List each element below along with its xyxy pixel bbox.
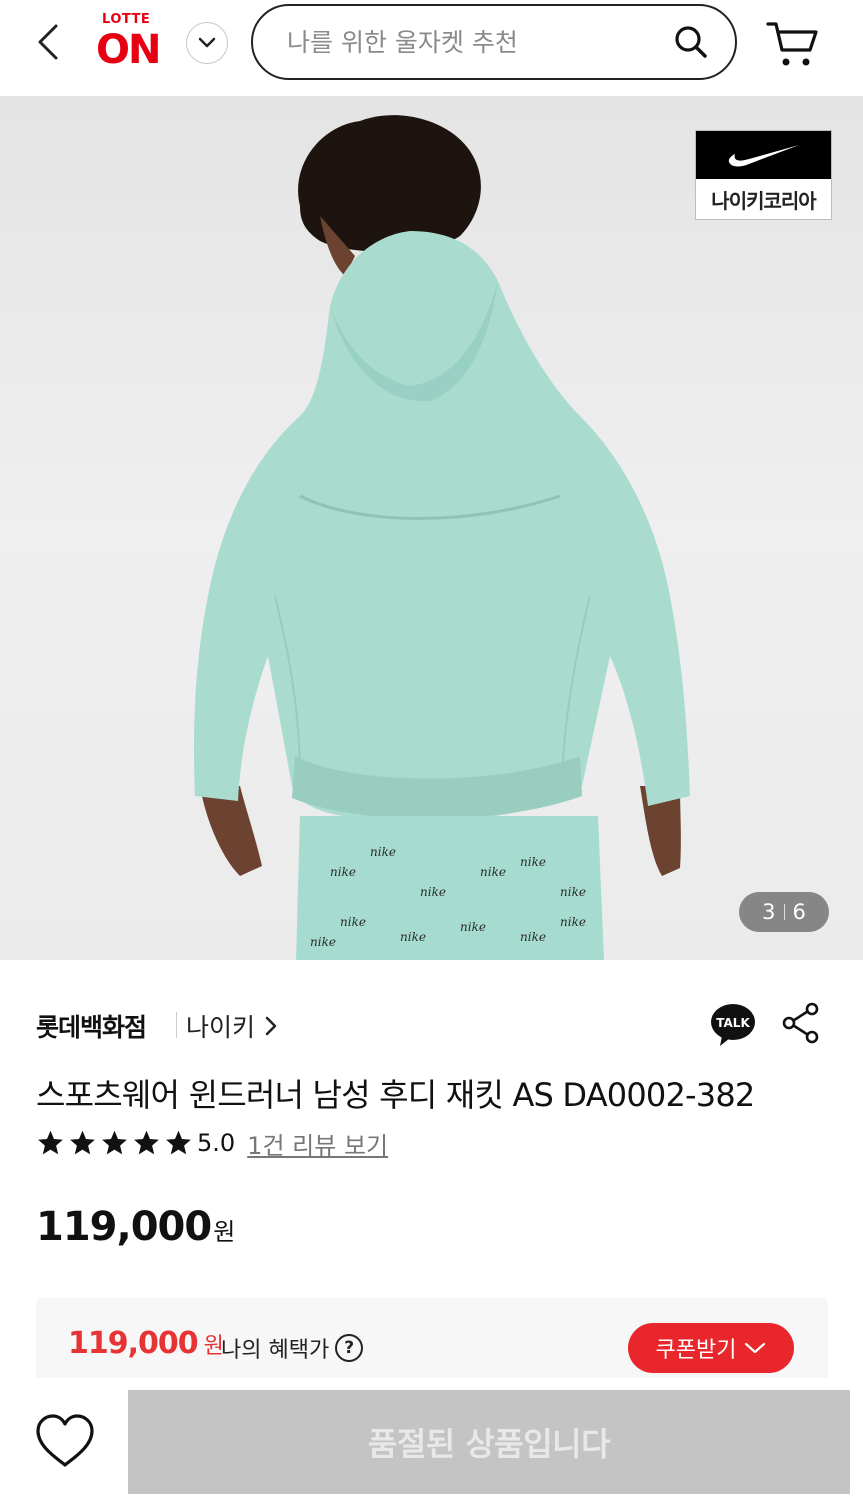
star-icon [38, 1130, 63, 1155]
star-icon [166, 1130, 191, 1155]
star-icon [134, 1130, 159, 1155]
logo-lotte-text: LOTTE [102, 12, 151, 27]
brand-badge: 나이키코리아 [695, 130, 832, 220]
soldout-button[interactable]: 품절된 상품입니다 [128, 1390, 850, 1494]
coupon-button[interactable]: 쿠폰받기 [628, 1323, 794, 1373]
cart-icon [766, 22, 818, 66]
brand-badge-name: 나이키코리아 [711, 188, 816, 213]
search-bar[interactable] [251, 4, 737, 80]
svg-text:nike: nike [460, 920, 486, 934]
nike-swoosh-icon [728, 145, 799, 167]
share-icon [782, 1002, 819, 1044]
svg-text:nike: nike [520, 930, 546, 944]
chevron-down-icon [745, 1342, 766, 1354]
svg-text:nike: nike [420, 885, 446, 899]
logo-on-text: ON [96, 27, 161, 73]
lotte-on-logo[interactable]: LOTTE ON [96, 12, 166, 73]
svg-text:nike: nike [310, 935, 336, 949]
rating-value: 5.0 [197, 1129, 236, 1157]
svg-text:nike: nike [340, 915, 366, 929]
talk-label: TALK [716, 1016, 750, 1030]
svg-text:nike: nike [400, 930, 426, 944]
svg-text:nike: nike [560, 915, 586, 929]
benefit-label: 나의 혜택가 ? [221, 1332, 364, 1364]
coupon-button-label: 쿠폰받기 [655, 1338, 737, 1363]
svg-text:nike: nike [330, 865, 356, 879]
chevron-right-icon [265, 1016, 277, 1036]
talk-icon: TALK [711, 1004, 755, 1046]
share-button[interactable] [782, 1002, 820, 1044]
image-counter: 3 6 [739, 892, 829, 932]
seller-divider [176, 1012, 177, 1038]
product-title: 스포츠웨어 윈드러너 남성 후디 재킷 AS DA0002-382 [36, 1076, 755, 1114]
rating-row: 5.0 1건 리뷰 보기 [36, 1126, 388, 1160]
product-price: 119,000 원 [36, 1204, 235, 1250]
svg-text:nike: nike [370, 845, 396, 859]
star-icon [70, 1130, 95, 1155]
image-counter-divider [783, 904, 785, 920]
benefit-price-value: 119,000 [68, 1326, 199, 1361]
product-image-carousel[interactable]: nike nike nike nike nike nike nike nike nike n… [0, 96, 863, 960]
kakao-talk-button[interactable]: TALK [710, 1002, 756, 1048]
brand-link[interactable]: 나이키 [186, 1008, 277, 1044]
top-header: LOTTE ON [0, 0, 863, 96]
brand-name: 나이키 [186, 1013, 256, 1042]
heart-icon [36, 1414, 94, 1467]
benefit-label-text: 나의 혜택가 [221, 1338, 330, 1363]
price-value: 119,000 [36, 1204, 212, 1250]
svg-text:nike: nike [480, 865, 506, 879]
chevron-left-icon [38, 24, 58, 60]
svg-text:nike: nike [560, 885, 586, 899]
search-input[interactable] [287, 27, 671, 57]
seller-row: 롯데백화점 나이키 TALK [36, 1000, 836, 1050]
swoosh-logo [696, 131, 831, 179]
svg-text:nike: nike [520, 855, 546, 869]
search-icon[interactable] [671, 22, 711, 62]
product-photo: nike nike nike nike nike nike nike nike nike n… [193, 115, 690, 960]
cart-button[interactable] [760, 14, 824, 74]
help-icon[interactable]: ? [335, 1334, 364, 1362]
image-counter-current: 3 [762, 900, 776, 924]
back-button[interactable] [28, 22, 68, 62]
wishlist-button[interactable] [30, 1410, 100, 1472]
chevron-down-icon [198, 37, 216, 48]
star-rating [36, 1129, 193, 1157]
star-icon [102, 1130, 127, 1155]
image-counter-total: 6 [792, 900, 806, 924]
review-link[interactable]: 1건 리뷰 보기 [247, 1126, 388, 1161]
service-dropdown-button[interactable] [186, 22, 228, 64]
bottom-action-bar: 품절된 상품입니다 [0, 1390, 863, 1500]
benefit-box: 119,000 원 나의 혜택가 ? 쿠폰받기 [36, 1298, 828, 1378]
store-name[interactable]: 롯데백화점 [36, 1008, 147, 1044]
price-unit: 원 [213, 1218, 236, 1246]
benefit-price: 119,000 원 [68, 1326, 224, 1361]
